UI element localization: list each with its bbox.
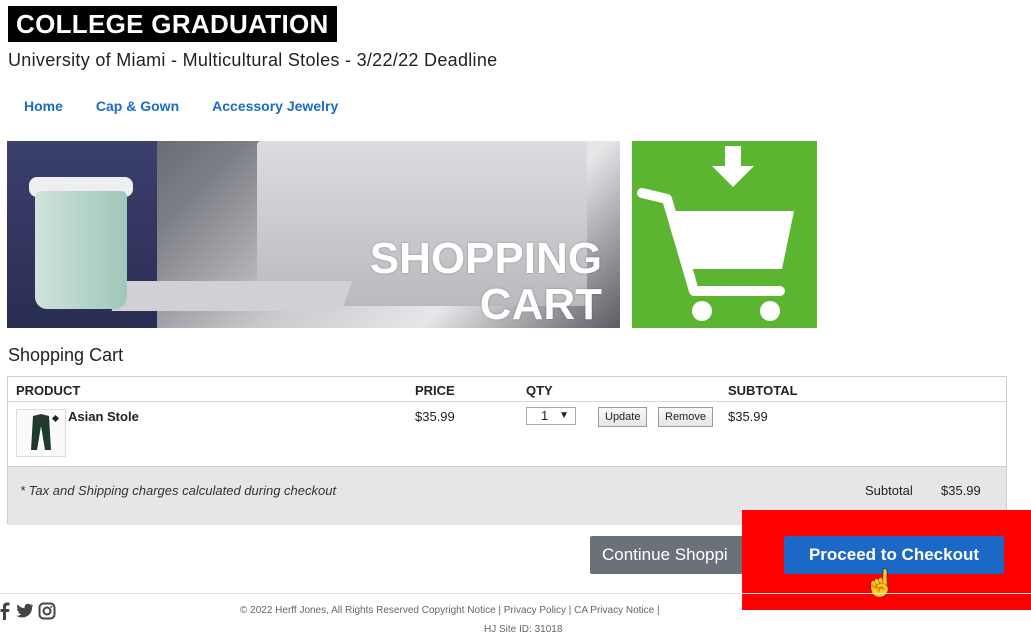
hero-banner: SHOPPING CART xyxy=(7,141,620,328)
instagram-icon[interactable] xyxy=(38,602,56,625)
subtotal-value: $35.99 xyxy=(941,483,981,498)
shopping-cart-icon xyxy=(637,146,794,321)
update-button[interactable]: Update xyxy=(598,407,648,427)
header-qty: QTY xyxy=(526,383,553,398)
hand-cursor-icon: ☝ xyxy=(864,568,897,598)
social-links xyxy=(0,602,56,625)
cart-section-title: Shopping Cart xyxy=(8,345,124,365)
facebook-icon[interactable] xyxy=(0,602,10,625)
main-nav: Home Cap & Gown Accessory Jewelry xyxy=(24,98,338,114)
product-name[interactable]: Asian Stole xyxy=(68,409,139,424)
cart-table: PRODUCT PRICE QTY SUBTOTAL Asian Stole $… xyxy=(7,376,1007,525)
hero-text-line1: SHOPPING xyxy=(369,234,602,283)
header-product: PRODUCT xyxy=(16,383,81,398)
tax-shipping-note: * Tax and Shipping charges calculated du… xyxy=(20,483,337,498)
quantity-select[interactable]: 1 ▼ xyxy=(526,407,576,425)
product-price: $35.99 xyxy=(415,409,455,424)
site-brand: COLLEGE GRADUATION xyxy=(8,6,337,42)
hero-cup-graphic xyxy=(35,191,127,309)
hero-text: SHOPPING CART xyxy=(370,236,602,328)
header-subtotal: SUBTOTAL xyxy=(728,383,798,398)
product-thumbnail[interactable] xyxy=(16,409,66,457)
nav-accessory-jewelry[interactable]: Accessory Jewelry xyxy=(212,98,338,114)
header-divider xyxy=(8,401,1006,402)
remove-button[interactable]: Remove xyxy=(658,407,713,427)
quantity-value: 1 xyxy=(541,408,549,423)
header-price: PRICE xyxy=(415,383,455,398)
stole-image-icon xyxy=(31,414,60,450)
hero-text-line2: CART xyxy=(479,280,602,328)
line-subtotal: $35.99 xyxy=(728,409,768,424)
store-subtitle: University of Miami - Multicultural Stol… xyxy=(8,50,498,70)
site-id: HJ Site ID: 31018 xyxy=(484,624,563,635)
hero-keyboard-graphic xyxy=(111,281,353,311)
cart-icon-tile xyxy=(632,141,817,328)
footer-divider xyxy=(0,593,1031,594)
nav-home[interactable]: Home xyxy=(24,98,63,114)
nav-cap-gown[interactable]: Cap & Gown xyxy=(96,98,179,114)
chevron-down-icon: ▼ xyxy=(559,410,569,421)
copyright-text: © 2022 Herff Jones, All Rights Reserved … xyxy=(240,605,660,616)
subtotal-label: Subtotal xyxy=(865,483,913,498)
twitter-icon[interactable] xyxy=(14,602,34,625)
